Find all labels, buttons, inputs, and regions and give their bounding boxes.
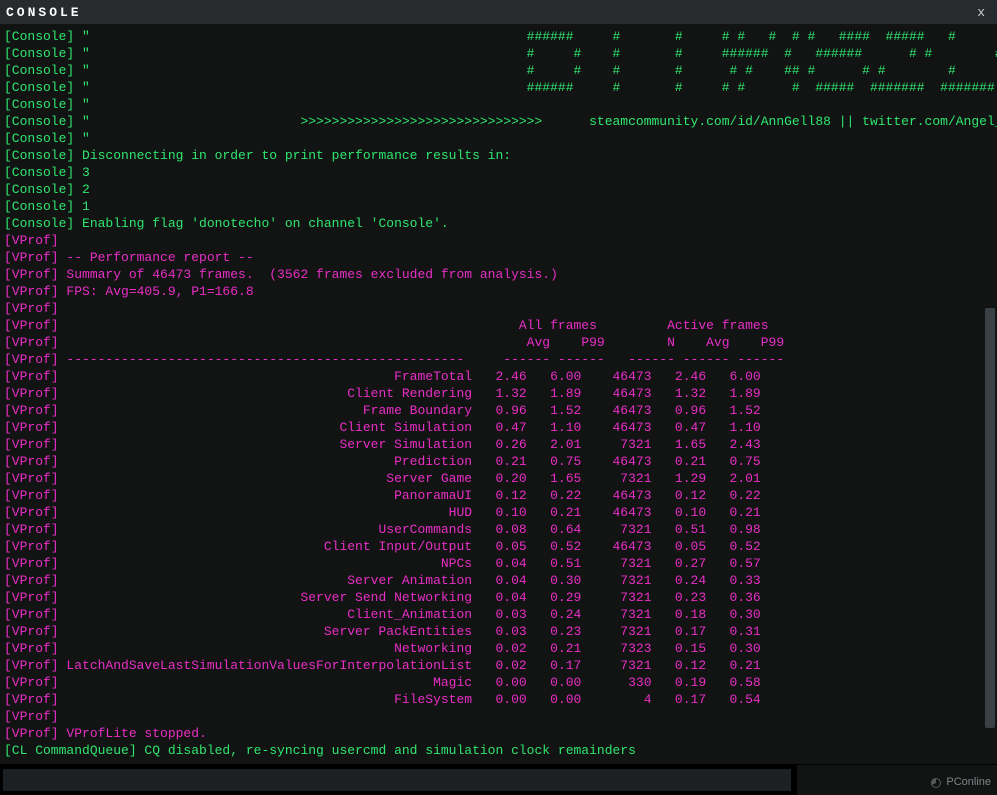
- console-line: [CL CommandQueue] CQ disabled, re-syncin…: [4, 742, 997, 759]
- console-line: [VProf] HUD 0.10 0.21 46473 0.10 0.21: [4, 504, 997, 521]
- console-line: [Console] " >>>>>>>>>>>>>>>>>>>>>>>>>>>>…: [4, 113, 997, 130]
- console-line: [Console] " # # # # # # ## # # # #: [4, 62, 997, 79]
- close-icon[interactable]: x: [971, 4, 991, 21]
- console-line: [VProf] Frame Boundary 0.96 1.52 46473 0…: [4, 402, 997, 419]
- console-line: [VProf] Prediction 0.21 0.75 46473 0.21 …: [4, 453, 997, 470]
- console-line: [VProf] --------------------------------…: [4, 351, 997, 368]
- console-line: [VProf] LatchAndSaveLastSimulationValues…: [4, 657, 997, 674]
- console-line: [VProf] Avg P99 N Avg P99: [4, 334, 997, 351]
- console-line: [VProf] FileSystem 0.00 0.00 4 0.17 0.54: [4, 691, 997, 708]
- console-line: [VProf] Client Simulation 0.47 1.10 4647…: [4, 419, 997, 436]
- brand-icon: [930, 777, 942, 789]
- console-line: [VProf] PanoramaUI 0.12 0.22 46473 0.12 …: [4, 487, 997, 504]
- console-line: [VProf] Client Rendering 1.32 1.89 46473…: [4, 385, 997, 402]
- console-line: [VProf] Server PackEntities 0.03 0.23 73…: [4, 623, 997, 640]
- console-line: [Console] Disconnecting in order to prin…: [4, 147, 997, 164]
- console-line: [Console] " ###### # # # # # # # #### ##…: [4, 28, 997, 45]
- console-line: [VProf] Server Send Networking 0.04 0.29…: [4, 589, 997, 606]
- watermark-text: PConline: [946, 774, 991, 791]
- console-output[interactable]: [Console] " ###### # # # # # # # #### ##…: [0, 24, 997, 764]
- console-line: [VProf] All frames Active frames: [4, 317, 997, 334]
- console-line: [VProf] Client_Animation 0.03 0.24 7321 …: [4, 606, 997, 623]
- console-line: [VProf] FrameTotal 2.46 6.00 46473 2.46 …: [4, 368, 997, 385]
- console-line: [Console] 2: [4, 181, 997, 198]
- window-title: CONSOLE: [6, 4, 82, 21]
- console-line: [VProf] -- Performance report --: [4, 249, 997, 266]
- console-line: [Console] " ###### # # # # # ##### #####…: [4, 79, 997, 96]
- console-line: [VProf] Server Simulation 0.26 2.01 7321…: [4, 436, 997, 453]
- console-line: [Console] 3: [4, 164, 997, 181]
- watermark: PConline: [930, 774, 991, 791]
- console-input[interactable]: [3, 769, 791, 791]
- console-line: [Console] Enabling flag 'donotecho' on c…: [4, 215, 997, 232]
- console-line: [Console] 1: [4, 198, 997, 215]
- status-right: PConline: [797, 765, 997, 795]
- console-line: [Console] " # # # # ###### # ###### # # …: [4, 45, 997, 62]
- console-line: [VProf]: [4, 300, 997, 317]
- titlebar: CONSOLE x: [0, 0, 997, 24]
- console-line: [Console] ": [4, 96, 997, 113]
- console-line: [VProf] UserCommands 0.08 0.64 7321 0.51…: [4, 521, 997, 538]
- console-line: [VProf] Server Animation 0.04 0.30 7321 …: [4, 572, 997, 589]
- input-bar: PConline: [0, 765, 997, 795]
- console-line: [VProf] Summary of 46473 frames. (3562 f…: [4, 266, 997, 283]
- console-line: [VProf]: [4, 708, 997, 725]
- scrollbar[interactable]: [985, 28, 995, 767]
- scrollbar-thumb[interactable]: [985, 308, 995, 728]
- console-line: [VProf] Client Input/Output 0.05 0.52 46…: [4, 538, 997, 555]
- console-line: [Console] ": [4, 130, 997, 147]
- console-line: [VProf] NPCs 0.04 0.51 7321 0.27 0.57: [4, 555, 997, 572]
- console-line: [VProf] Magic 0.00 0.00 330 0.19 0.58: [4, 674, 997, 691]
- console-line: [VProf] VProfLite stopped.: [4, 725, 997, 742]
- console-line: [VProf] Server Game 0.20 1.65 7321 1.29 …: [4, 470, 997, 487]
- console-line: [VProf]: [4, 232, 997, 249]
- console-line: [VProf] FPS: Avg=405.9, P1=166.8: [4, 283, 997, 300]
- console-line: [VProf] Networking 0.02 0.21 7323 0.15 0…: [4, 640, 997, 657]
